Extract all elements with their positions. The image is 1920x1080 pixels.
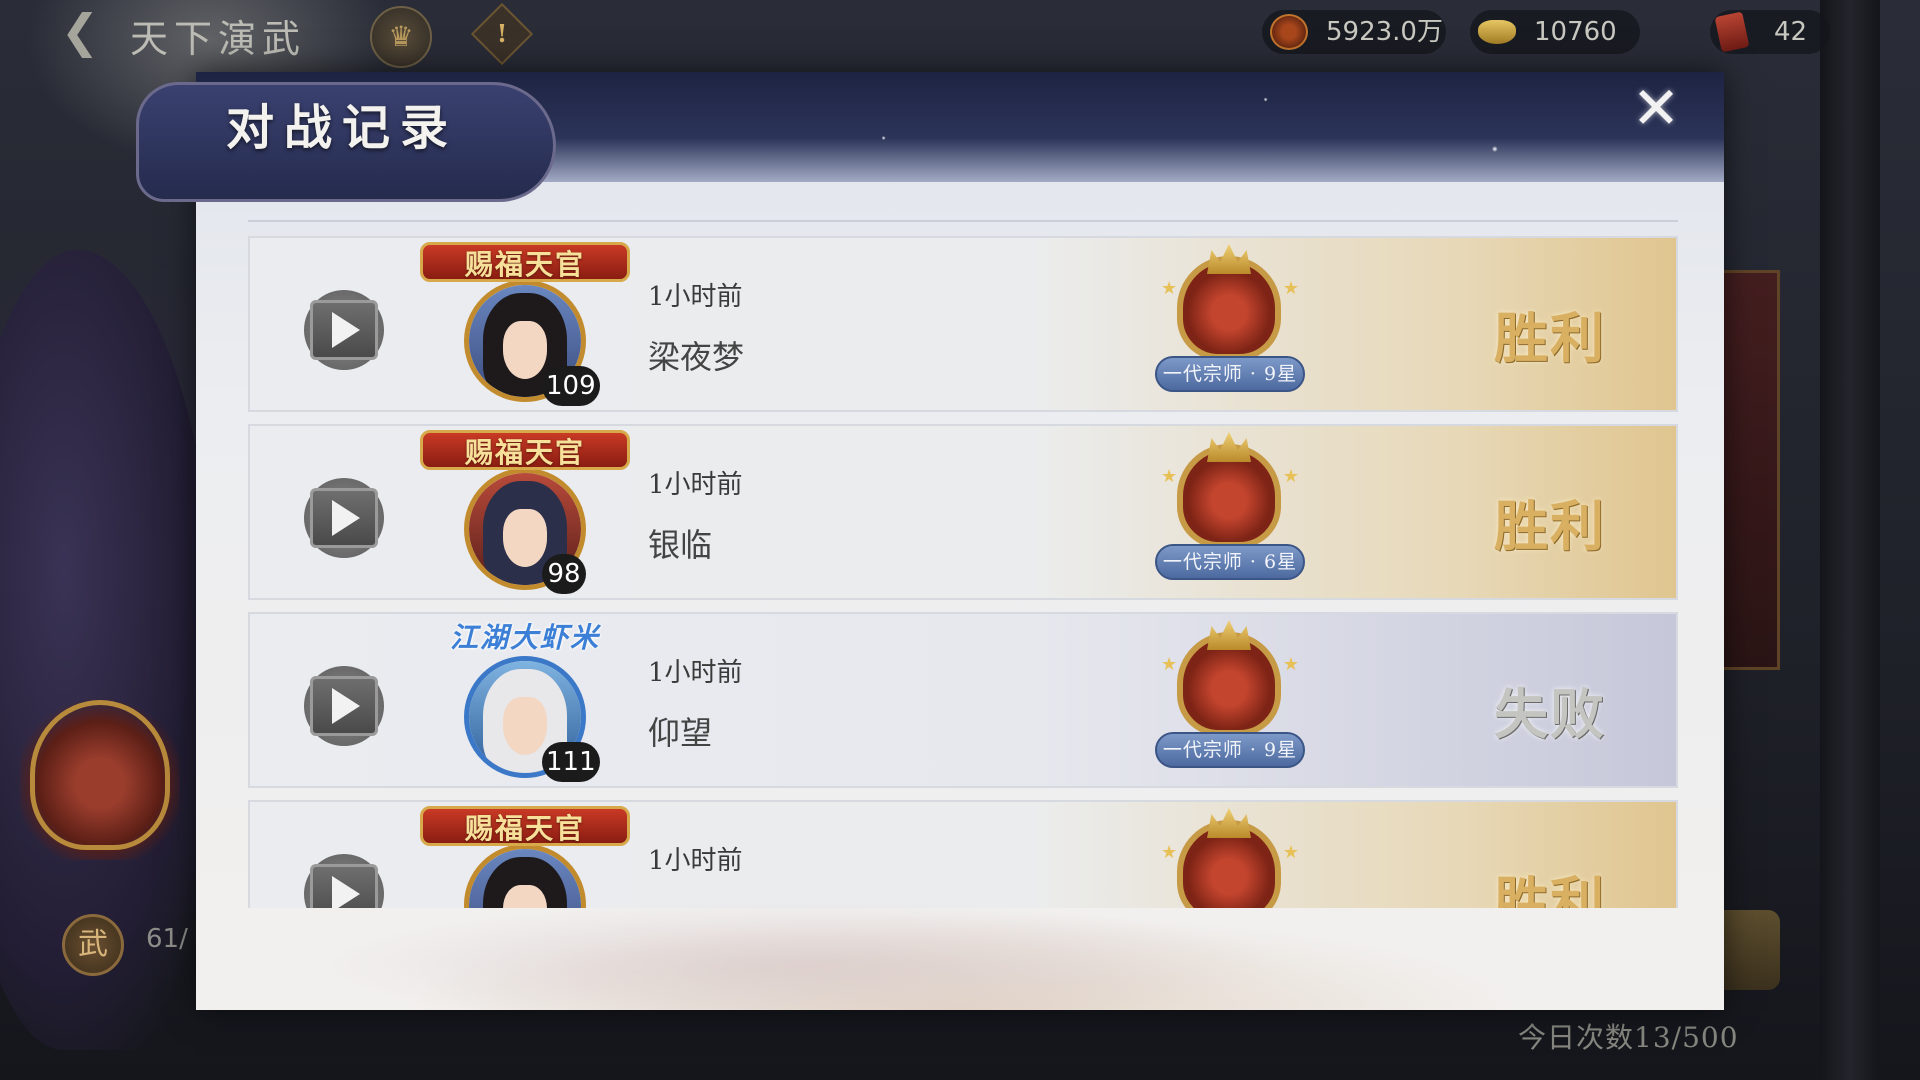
record-time: 1小时前 bbox=[648, 658, 743, 688]
player-title-badge: 江湖大虾米 bbox=[449, 621, 600, 654]
result-label: 胜利 bbox=[1494, 306, 1606, 370]
rank-label: 一代宗师 · 9星 bbox=[1155, 732, 1305, 768]
record-time: 1小时前 bbox=[648, 846, 743, 876]
avatar bbox=[464, 844, 586, 908]
currency-coin[interactable]: 5923.0万 bbox=[1262, 10, 1446, 54]
crown-icon bbox=[1207, 808, 1251, 838]
play-icon bbox=[332, 688, 360, 724]
battle-record-dialog: 对战记录 ✕ 赐福天官 109 1小时前 梁夜梦 ★ ★ 一代宗师 · 9星 胜… bbox=[136, 72, 1724, 1010]
replay-button[interactable] bbox=[304, 290, 384, 370]
avatar-face bbox=[503, 509, 547, 567]
rank-emblem: ★ ★ 一代宗师 · 9星 bbox=[1155, 244, 1305, 398]
info-alert-icon[interactable]: ! bbox=[470, 2, 534, 66]
dialog-header: 对战记录 ✕ bbox=[136, 72, 1724, 202]
avatar-face bbox=[503, 697, 547, 755]
level-badge: 98 bbox=[542, 554, 586, 594]
divider bbox=[248, 220, 1678, 222]
player-avatar-group[interactable]: 赐福天官 98 bbox=[410, 426, 640, 602]
token-value: 42 bbox=[1774, 17, 1808, 47]
opponent-name: 银临 bbox=[648, 526, 713, 564]
ranking-icon[interactable]: ♛ bbox=[370, 6, 432, 68]
avatar-face bbox=[503, 321, 547, 379]
coin-icon bbox=[1270, 14, 1308, 50]
ingot-value: 10760 bbox=[1534, 17, 1617, 47]
player-title-badge: 赐福天官 bbox=[420, 806, 630, 846]
record-time: 1小时前 bbox=[648, 282, 743, 312]
star-icons: ★ ★ bbox=[1161, 466, 1299, 487]
side-count: 61/ bbox=[146, 924, 188, 954]
star-icons: ★ ★ bbox=[1161, 842, 1299, 863]
level-badge: 111 bbox=[542, 742, 600, 782]
coin-value: 5923.0万 bbox=[1326, 17, 1443, 47]
record-row: 赐福天官 109 1小时前 梁夜梦 ★ ★ 一代宗师 · 9星 胜利 bbox=[248, 236, 1678, 412]
ingot-icon bbox=[1478, 20, 1516, 44]
level-badge: 109 bbox=[542, 366, 600, 406]
dialog-footer-decoration bbox=[196, 900, 1724, 1010]
rank-label: 一代宗师 · 9星 bbox=[1155, 356, 1305, 392]
crown-icon bbox=[1207, 620, 1251, 650]
rank-emblem: ★ ★ 一代宗师 · 6星 bbox=[1155, 432, 1305, 586]
play-icon bbox=[332, 312, 360, 348]
star-icons: ★ ★ bbox=[1161, 278, 1299, 299]
crown-icon bbox=[1207, 244, 1251, 274]
player-title-badge: 赐福天官 bbox=[420, 242, 630, 282]
rank-emblem: ★ ★ 一代宗师 · 9星 bbox=[1155, 620, 1305, 774]
currency-token[interactable]: 42 bbox=[1710, 10, 1830, 54]
replay-button[interactable] bbox=[304, 478, 384, 558]
player-title-badge: 赐福天官 bbox=[420, 430, 630, 470]
crown-icon bbox=[1207, 432, 1251, 462]
opponent-name: 梁夜梦 bbox=[648, 338, 745, 376]
record-row: 江湖大虾米 111 1小时前 仰望 ★ ★ 一代宗师 · 9星 失败 bbox=[248, 612, 1678, 788]
daily-count: 今日次数13/500 bbox=[1518, 1021, 1739, 1054]
record-time: 1小时前 bbox=[648, 470, 743, 500]
rank-emblem-side[interactable] bbox=[20, 690, 180, 860]
result-label: 失败 bbox=[1494, 682, 1606, 746]
martial-icon[interactable]: 武 bbox=[62, 914, 124, 976]
rank-label: 一代宗师 · 6星 bbox=[1155, 544, 1305, 580]
opponent-name: 仰望 bbox=[648, 714, 713, 752]
token-icon bbox=[1714, 11, 1750, 53]
background-pillar bbox=[1820, 0, 1880, 1080]
record-list[interactable]: 赐福天官 109 1小时前 梁夜梦 ★ ★ 一代宗师 · 9星 胜利 赐福天官 … bbox=[248, 236, 1678, 908]
record-row: 赐福天官 98 1小时前 银临 ★ ★ 一代宗师 · 6星 胜利 bbox=[248, 424, 1678, 600]
dialog-title: 对战记录 bbox=[226, 100, 459, 156]
play-icon bbox=[332, 500, 360, 536]
player-avatar-group[interactable]: 江湖大虾米 111 bbox=[410, 614, 640, 790]
replay-button[interactable] bbox=[304, 666, 384, 746]
player-avatar-group[interactable]: 赐福天官 bbox=[410, 802, 640, 908]
record-row: 赐福天官 1小时前 ★ ★ 胜利 bbox=[248, 800, 1678, 908]
close-icon[interactable]: ✕ bbox=[1628, 79, 1684, 137]
result-label: 胜利 bbox=[1494, 494, 1606, 558]
top-bar: ❮ 天下演武 ♛ ! 5923.0万 10760 42 bbox=[0, 0, 1920, 68]
page-title: 天下演武 bbox=[130, 17, 307, 61]
star-icons: ★ ★ bbox=[1161, 654, 1299, 675]
back-arrow-icon[interactable]: ❮ bbox=[40, 6, 120, 56]
rank-emblem: ★ ★ bbox=[1155, 808, 1305, 908]
currency-ingot[interactable]: 10760 bbox=[1470, 10, 1640, 54]
player-avatar-group[interactable]: 赐福天官 109 bbox=[410, 238, 640, 414]
